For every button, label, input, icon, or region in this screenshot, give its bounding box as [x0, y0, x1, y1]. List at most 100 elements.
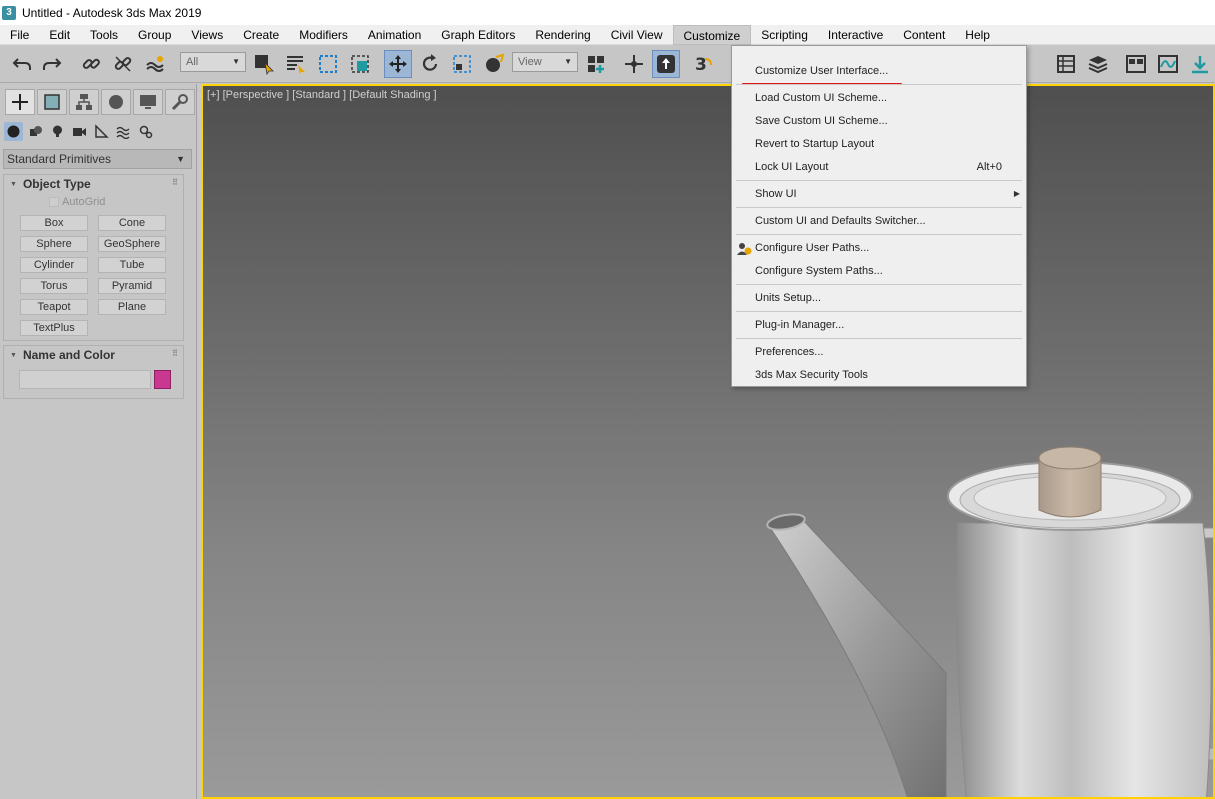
name-and-color-title: Name and Color: [22, 348, 115, 362]
reference-coordinate-value: View: [518, 56, 542, 68]
toggle-ribbon-icon[interactable]: [1122, 50, 1150, 78]
command-panel-tabs: [5, 89, 195, 117]
layer-explorer-icon[interactable]: [1084, 50, 1112, 78]
preferences-item[interactable]: Preferences...: [755, 346, 823, 358]
menu-scripting[interactable]: Scripting: [751, 25, 818, 45]
configure-system-paths-item[interactable]: Configure System Paths...: [755, 265, 883, 277]
customize-menu-dropdown: Customize User Interface... Load Custom …: [731, 45, 1027, 387]
object-color-swatch[interactable]: [154, 370, 171, 389]
placement-icon[interactable]: [480, 50, 508, 78]
primitive-category-dropdown[interactable]: Standard Primitives ▼: [3, 149, 192, 169]
scene-explorer-icon[interactable]: [1052, 50, 1080, 78]
pivot-center-icon[interactable]: [582, 50, 610, 78]
menu-graph-editors[interactable]: Graph Editors: [431, 25, 525, 45]
menu-group[interactable]: Group: [128, 25, 181, 45]
box-button[interactable]: Box: [20, 215, 88, 231]
redo-icon[interactable]: [38, 50, 66, 78]
lights-icon[interactable]: [48, 122, 67, 141]
menu-separator: [736, 338, 1022, 339]
undo-icon[interactable]: [8, 50, 36, 78]
keyboard-shortcut-override-icon[interactable]: [652, 50, 680, 78]
menu-interactive[interactable]: Interactive: [818, 25, 893, 45]
window-crossing-icon[interactable]: [346, 50, 374, 78]
menu-help[interactable]: Help: [955, 25, 1000, 45]
menu-create[interactable]: Create: [233, 25, 289, 45]
systems-icon[interactable]: [136, 122, 155, 141]
curve-editor-icon[interactable]: [1154, 50, 1182, 78]
geosphere-button[interactable]: GeoSphere: [98, 236, 166, 252]
space-warps-icon[interactable]: [114, 122, 133, 141]
move-icon[interactable]: [384, 50, 412, 78]
menu-separator: [736, 311, 1022, 312]
utilities-tab-icon[interactable]: [165, 89, 195, 115]
viewport-label[interactable]: [+] [Perspective ] [Standard ] [Default …: [207, 89, 437, 101]
units-setup-item[interactable]: Units Setup...: [755, 292, 821, 304]
cameras-icon[interactable]: [70, 122, 89, 141]
load-custom-ui-scheme-item[interactable]: Load Custom UI Scheme...: [755, 92, 887, 104]
submenu-arrow-icon: ▶: [1013, 189, 1020, 198]
menu-modifiers[interactable]: Modifiers: [289, 25, 358, 45]
object-name-field[interactable]: [19, 370, 151, 389]
plug-in-manager-item[interactable]: Plug-in Manager...: [755, 319, 844, 331]
name-and-color-header[interactable]: ▼ Name and Color ⠿: [4, 346, 183, 364]
tube-button[interactable]: Tube: [98, 257, 166, 273]
lock-ui-layout-shortcut: Alt+0: [976, 161, 1002, 173]
bind-space-warp-icon[interactable]: [141, 50, 169, 78]
object-type-header[interactable]: ▼ Object Type ⠿: [4, 175, 183, 193]
menu-content[interactable]: Content: [893, 25, 955, 45]
menu-file[interactable]: File: [0, 25, 39, 45]
snaps-toggle-icon[interactable]: 3: [690, 50, 718, 78]
hierarchy-tab-icon[interactable]: [69, 89, 99, 115]
custom-ui-defaults-switcher-item[interactable]: Custom UI and Defaults Switcher...: [755, 215, 926, 227]
rollout-grip-icon: ⠿: [172, 178, 178, 187]
textplus-button[interactable]: TextPlus: [20, 320, 88, 336]
sphere-button[interactable]: Sphere: [20, 236, 88, 252]
menu-rendering[interactable]: Rendering: [525, 25, 600, 45]
lock-ui-layout-item[interactable]: Lock UI Layout: [755, 161, 828, 173]
select-by-name-icon[interactable]: [282, 50, 310, 78]
create-tab-icon[interactable]: [5, 89, 35, 115]
menu-views[interactable]: Views: [181, 25, 233, 45]
motion-tab-icon[interactable]: [101, 89, 131, 115]
reference-coordinate-dropdown[interactable]: View ▼: [512, 52, 578, 72]
menu-edit[interactable]: Edit: [39, 25, 80, 45]
save-custom-ui-scheme-item[interactable]: Save Custom UI Scheme...: [755, 115, 888, 127]
torus-button[interactable]: Torus: [20, 278, 88, 294]
menu-customize[interactable]: Customize: [672, 24, 752, 45]
geometry-icon[interactable]: [4, 122, 23, 141]
cone-button[interactable]: Cone: [98, 215, 166, 231]
autogrid-checkbox[interactable]: AutoGrid: [49, 196, 105, 208]
material-editor-icon[interactable]: [1186, 50, 1214, 78]
revert-to-startup-layout-item[interactable]: Revert to Startup Layout: [755, 138, 874, 150]
menu-civil-view[interactable]: Civil View: [601, 25, 673, 45]
select-object-icon[interactable]: [250, 50, 278, 78]
menu-animation[interactable]: Animation: [358, 25, 431, 45]
menu-separator: [736, 84, 1022, 85]
selection-filter-dropdown[interactable]: All ▼: [180, 52, 246, 72]
helpers-icon[interactable]: [92, 122, 111, 141]
scale-icon[interactable]: [448, 50, 476, 78]
menu-separator: [736, 180, 1022, 181]
configure-user-paths-item[interactable]: Configure User Paths...: [755, 242, 869, 254]
customize-user-interface-item[interactable]: Customize User Interface...: [755, 65, 888, 77]
unlink-icon[interactable]: [109, 50, 137, 78]
pyramid-button[interactable]: Pyramid: [98, 278, 166, 294]
select-manipulate-icon[interactable]: [620, 50, 648, 78]
menu-tools[interactable]: Tools: [80, 25, 128, 45]
rotate-icon[interactable]: [416, 50, 444, 78]
link-icon[interactable]: [77, 50, 105, 78]
rectangular-selection-icon[interactable]: [314, 50, 342, 78]
show-ui-item[interactable]: Show UI: [755, 188, 797, 200]
cylinder-button[interactable]: Cylinder: [20, 257, 88, 273]
perspective-viewport[interactable]: [+] [Perspective ] [Standard ] [Default …: [201, 84, 1215, 799]
display-tab-icon[interactable]: [133, 89, 163, 115]
plane-button[interactable]: Plane: [98, 299, 166, 315]
rollout-grip-icon: ⠿: [172, 349, 178, 358]
shapes-icon[interactable]: [26, 122, 45, 141]
svg-text:3: 3: [695, 55, 707, 75]
selection-filter-value: All: [186, 56, 199, 68]
create-category-row: [4, 122, 155, 141]
modify-tab-icon[interactable]: [37, 89, 67, 115]
teapot-button[interactable]: Teapot: [20, 299, 88, 315]
security-tools-item[interactable]: 3ds Max Security Tools: [755, 369, 868, 381]
